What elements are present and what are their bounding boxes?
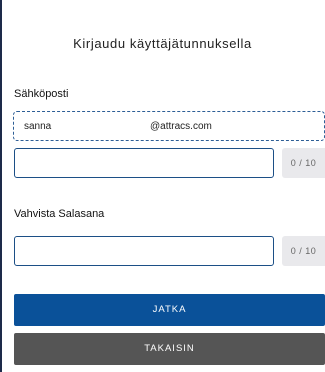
password-input[interactable] bbox=[14, 148, 274, 178]
back-button[interactable]: TAKAISIN bbox=[14, 333, 325, 365]
continue-button[interactable]: JATKA bbox=[14, 294, 325, 326]
email-label: Sähköposti bbox=[14, 88, 69, 100]
email-field[interactable]: sanna @attracs.com bbox=[13, 111, 325, 141]
password-char-counter: 0 / 10 bbox=[282, 148, 325, 178]
confirm-password-label: Vahvista Salasana bbox=[14, 208, 105, 220]
confirm-password-input[interactable] bbox=[14, 236, 274, 266]
confirm-password-char-counter: 0 / 10 bbox=[282, 236, 325, 266]
email-domain-value: @attracs.com bbox=[150, 121, 212, 132]
email-username-value: sanna bbox=[24, 121, 52, 132]
left-border bbox=[0, 0, 2, 372]
page-title: Kirjaudu käyttäjätunnuksella bbox=[73, 36, 252, 51]
